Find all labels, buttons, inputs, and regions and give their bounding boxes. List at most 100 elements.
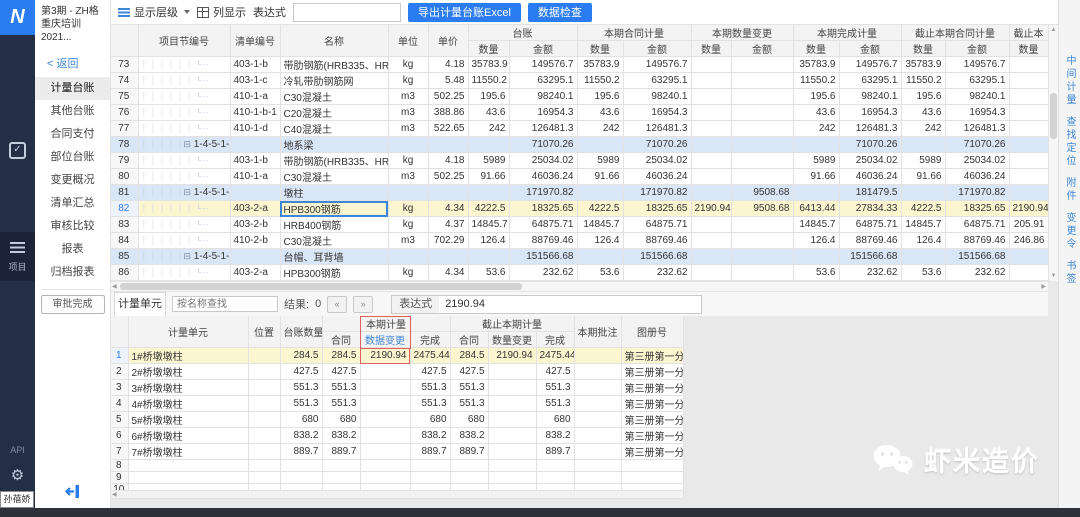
cell[interactable]: 502.25 [428,169,468,185]
cell[interactable] [488,472,536,484]
cell[interactable]: 35783.9 [468,57,509,73]
cell[interactable] [574,460,621,472]
cell[interactable]: 171970.82 [509,185,577,201]
cell[interactable] [248,412,280,428]
cell[interactable]: C20混凝土 [280,105,388,121]
cell[interactable]: 551.3 [536,396,574,412]
cell[interactable]: 702.29 [428,233,468,249]
cell[interactable]: 4.34 [428,265,468,281]
data-check-button[interactable]: 数据检查 [528,3,592,22]
menu-item-review-compare[interactable]: 审核比较 [35,215,110,238]
cell[interactable]: 126481.3 [839,121,901,137]
cell[interactable] [488,396,536,412]
cell[interactable] [691,57,731,73]
cell[interactable]: 4222.5 [577,201,623,217]
cell[interactable] [691,153,731,169]
cell[interactable]: 98240.1 [945,89,1009,105]
cell[interactable]: 284.5 [450,348,488,364]
horizontal-scroll-thumb[interactable] [120,283,522,290]
cell[interactable]: 5989 [901,153,945,169]
cell[interactable] [248,460,280,472]
sub-header-amt[interactable]: 金额 [731,41,793,57]
tab-metering-unit[interactable]: 计量单元 [114,292,166,316]
cell[interactable]: m3 [388,169,428,185]
row-number[interactable]: 83 [110,217,138,233]
row-number[interactable]: 74 [110,73,138,89]
cell[interactable]: 64875.71 [509,217,577,233]
sub-header-qty[interactable]: 数量 [793,41,839,57]
collapse-icon[interactable]: ⊟ [183,139,191,149]
cell[interactable]: 151566.68 [945,249,1009,265]
cell[interactable] [621,460,683,472]
cell[interactable]: 149576.7 [945,57,1009,73]
cell[interactable] [388,249,428,265]
cell[interactable] [1009,105,1048,121]
cell[interactable]: HPB300钢筋 [280,265,388,281]
cell[interactable]: 4.34 [428,201,468,217]
row-number[interactable]: 2 [110,364,128,380]
cell[interactable] [691,217,731,233]
cell[interactable]: 11550.2 [793,73,839,89]
cell[interactable]: 冷轧带肋钢筋网 [280,73,388,89]
cell[interactable]: 680 [450,412,488,428]
cell[interactable]: 14845.7 [793,217,839,233]
cell[interactable] [731,73,793,89]
cell[interactable]: 522.65 [428,121,468,137]
unit-group-header-todate[interactable]: 截止本期计量 [450,316,574,332]
cell[interactable]: 16954.3 [945,105,1009,121]
cell[interactable] [731,89,793,105]
cell[interactable]: kg [388,153,428,169]
row-number[interactable]: 84 [110,233,138,249]
cell[interactable] [1009,185,1048,201]
cell[interactable] [322,460,360,472]
tree-cell[interactable] [138,201,230,217]
cell[interactable]: 第三册第一分册 [621,428,683,444]
cell[interactable]: 403-1-b [230,57,280,73]
cell[interactable]: 5989 [468,153,509,169]
cell[interactable]: 126.4 [468,233,509,249]
cell[interactable]: 14845.7 [577,217,623,233]
cell[interactable]: 18325.65 [945,201,1009,217]
cell[interactable]: 27834.33 [839,201,901,217]
cell[interactable]: 第三册第一分册 [621,396,683,412]
cell[interactable]: 91.66 [901,169,945,185]
cell[interactable]: 35783.9 [793,57,839,73]
cell[interactable]: 427.5 [536,364,574,380]
api-link[interactable]: API [0,445,35,455]
cell[interactable] [1009,121,1048,137]
cell[interactable]: 195.6 [901,89,945,105]
menu-item-list-summary[interactable]: 清单汇总 [35,192,110,215]
cell[interactable]: 242 [577,121,623,137]
cell[interactable] [901,137,945,153]
sub-header-qty[interactable]: 数量 [577,41,623,57]
cell[interactable] [410,472,450,484]
cell[interactable] [488,460,536,472]
panel-item-change-order[interactable]: 变更令 [1062,212,1077,251]
cell[interactable]: 171970.82 [623,185,691,201]
tree-cell[interactable] [138,265,230,281]
cell[interactable]: 4#桥墩墩柱 [128,396,248,412]
cell[interactable]: 551.3 [450,380,488,396]
cell[interactable]: 232.62 [509,265,577,281]
cell[interactable] [450,472,488,484]
cell[interactable] [360,460,410,472]
cell[interactable]: 91.66 [468,169,509,185]
cell[interactable]: 91.66 [793,169,839,185]
cell[interactable]: 2#桥墩墩柱 [128,364,248,380]
row-number[interactable]: 86 [110,265,138,281]
sub-header-qty[interactable]: 数量 [1009,41,1048,57]
tree-cell[interactable] [138,73,230,89]
cell[interactable] [128,472,248,484]
cell[interactable] [574,380,621,396]
row-number[interactable]: 6 [110,428,128,444]
cell[interactable]: 284.5 [280,348,322,364]
cell[interactable] [574,444,621,460]
cell[interactable]: 284.5 [322,348,360,364]
row-number[interactable]: 76 [110,105,138,121]
sub-header-amt[interactable]: 金额 [509,41,577,57]
cell[interactable] [248,396,280,412]
group-header-todate-clipped[interactable]: 截止本 [1009,25,1048,41]
cell[interactable]: 64875.71 [623,217,691,233]
cell[interactable]: 195.6 [793,89,839,105]
cell[interactable]: 171970.82 [945,185,1009,201]
